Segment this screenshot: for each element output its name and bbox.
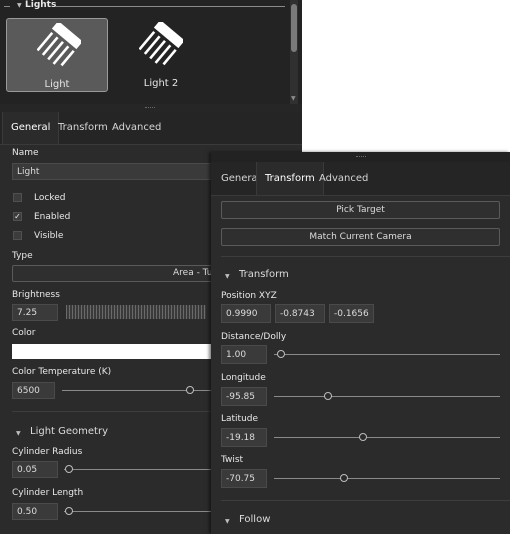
position-y-field[interactable]: -0.8743: [275, 304, 325, 323]
enabled-label: Enabled: [34, 212, 71, 222]
longitude-field[interactable]: -95.85: [221, 387, 267, 406]
cyl-length-label: Cylinder Length: [12, 488, 84, 498]
cyl-length-slider-knob[interactable]: [65, 507, 73, 515]
latitude-slider-track[interactable]: [274, 437, 500, 438]
divider: [221, 500, 510, 501]
scrollbar-thumb[interactable]: [291, 4, 297, 52]
distance-slider-track[interactable]: [274, 354, 500, 355]
color-temp-slider-knob[interactable]: [186, 386, 194, 394]
light-geometry-header[interactable]: Light Geometry: [30, 426, 108, 437]
brightness-label: Brightness: [12, 290, 60, 300]
divider: [221, 256, 510, 257]
lights-section-title: Lights: [25, 0, 57, 10]
position-x-field[interactable]: 0.9990: [221, 304, 271, 323]
color-label: Color: [12, 328, 36, 338]
brightness-field[interactable]: 7.25: [12, 304, 58, 321]
transform-section-header[interactable]: Transform: [239, 269, 289, 280]
type-label: Type: [12, 251, 33, 261]
light-tile-label: Light: [44, 79, 70, 90]
longitude-label: Longitude: [221, 373, 266, 383]
lights-list-section: ▼ Lights Light Light 2 ▼: [0, 0, 302, 104]
twist-label: Twist: [221, 455, 244, 465]
twist-slider-knob[interactable]: [340, 474, 348, 482]
distance-label: Distance/Dolly: [221, 332, 287, 342]
twist-slider-track[interactable]: [274, 478, 500, 479]
triangle-down-icon[interactable]: ▼: [17, 2, 22, 9]
light-tile-1[interactable]: Light: [6, 18, 108, 92]
visible-label: Visible: [34, 231, 64, 241]
twist-field[interactable]: -70.75: [221, 469, 267, 488]
color-temp-field[interactable]: 6500: [12, 382, 55, 399]
light-tile-label: Light 2: [143, 78, 179, 89]
longitude-slider-knob[interactable]: [324, 392, 332, 400]
distance-slider-knob[interactable]: [277, 350, 285, 358]
brightness-slider[interactable]: [66, 305, 206, 319]
section-rule: [55, 6, 285, 7]
triangle-down-icon[interactable]: ▼: [225, 518, 230, 525]
checkmark-icon: ✓: [14, 212, 21, 221]
cyl-radius-slider-track[interactable]: [64, 469, 214, 470]
locked-checkbox[interactable]: [13, 193, 22, 202]
position-label: Position XYZ: [221, 291, 277, 301]
light-icon: [37, 23, 81, 67]
color-temp-label: Color Temperature (K): [12, 367, 112, 377]
visible-checkbox[interactable]: [13, 231, 22, 240]
right-tab-bar: General Transform Advanced: [211, 162, 510, 196]
latitude-slider-knob[interactable]: [359, 433, 367, 441]
distance-field[interactable]: 1.00: [221, 345, 267, 364]
cyl-radius-label: Cylinder Radius: [12, 447, 83, 457]
cyl-radius-field[interactable]: 0.05: [12, 461, 58, 478]
position-z-field[interactable]: -0.1656: [329, 304, 374, 323]
panel-splitter[interactable]: [211, 152, 510, 162]
left-tab-bar: General Transform Advanced: [0, 112, 302, 145]
match-camera-button[interactable]: Match Current Camera: [221, 228, 500, 246]
tab-advanced[interactable]: Advanced: [104, 112, 169, 144]
tab-advanced[interactable]: Advanced: [311, 162, 376, 195]
latitude-label: Latitude: [221, 414, 259, 424]
splitter-grip-icon: [356, 156, 366, 159]
pick-target-button[interactable]: Pick Target: [221, 201, 500, 219]
light-icon: [139, 22, 183, 66]
enabled-checkbox[interactable]: ✓: [13, 212, 22, 221]
triangle-down-icon[interactable]: ▼: [225, 273, 230, 280]
panel-splitter[interactable]: [0, 104, 302, 112]
cyl-radius-slider-knob[interactable]: [65, 465, 73, 473]
scroll-down-arrow-icon[interactable]: ▼: [291, 95, 296, 102]
splitter-grip-icon: [145, 107, 155, 110]
lights-scrollbar[interactable]: ▼: [290, 0, 298, 104]
name-label: Name: [12, 148, 39, 158]
section-rule: [4, 6, 10, 7]
triangle-down-icon[interactable]: ▼: [16, 430, 21, 437]
follow-section-header[interactable]: Follow: [239, 514, 270, 525]
locked-label: Locked: [34, 193, 66, 203]
longitude-slider-track[interactable]: [274, 396, 500, 397]
light-tile-2[interactable]: Light 2: [111, 18, 211, 90]
latitude-field[interactable]: -19.18: [221, 428, 267, 447]
transform-panel-popup: General Transform Advanced Pick Target M…: [211, 152, 510, 534]
cyl-length-field[interactable]: 0.50: [12, 503, 58, 520]
cyl-length-slider-track[interactable]: [64, 511, 214, 512]
